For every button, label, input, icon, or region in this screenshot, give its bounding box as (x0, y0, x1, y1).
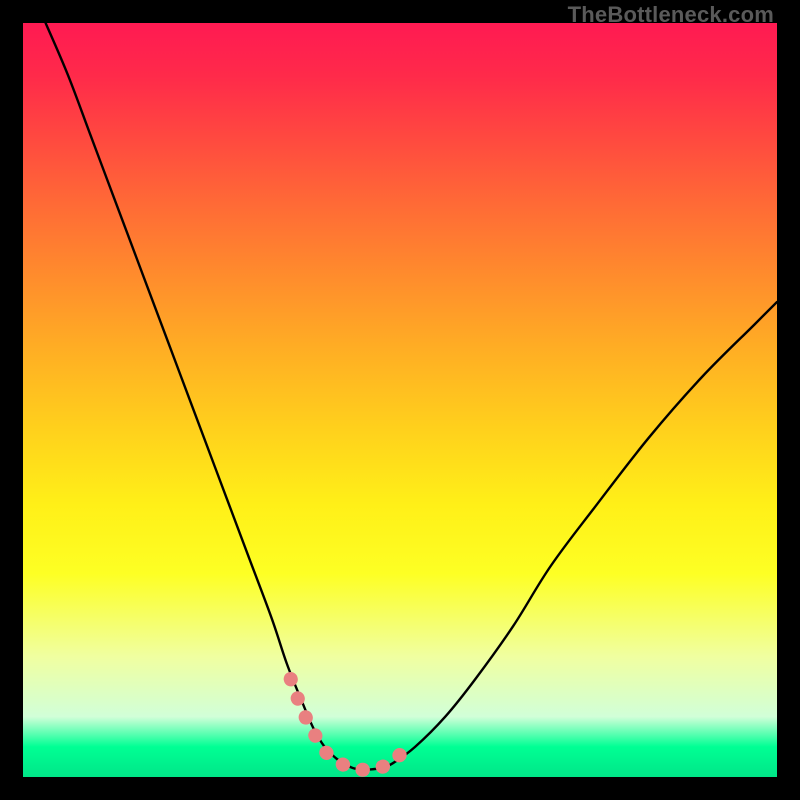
highlight-segment-path (291, 679, 404, 770)
bottleneck-chart (23, 23, 777, 777)
bottleneck-curve-path (46, 23, 777, 770)
